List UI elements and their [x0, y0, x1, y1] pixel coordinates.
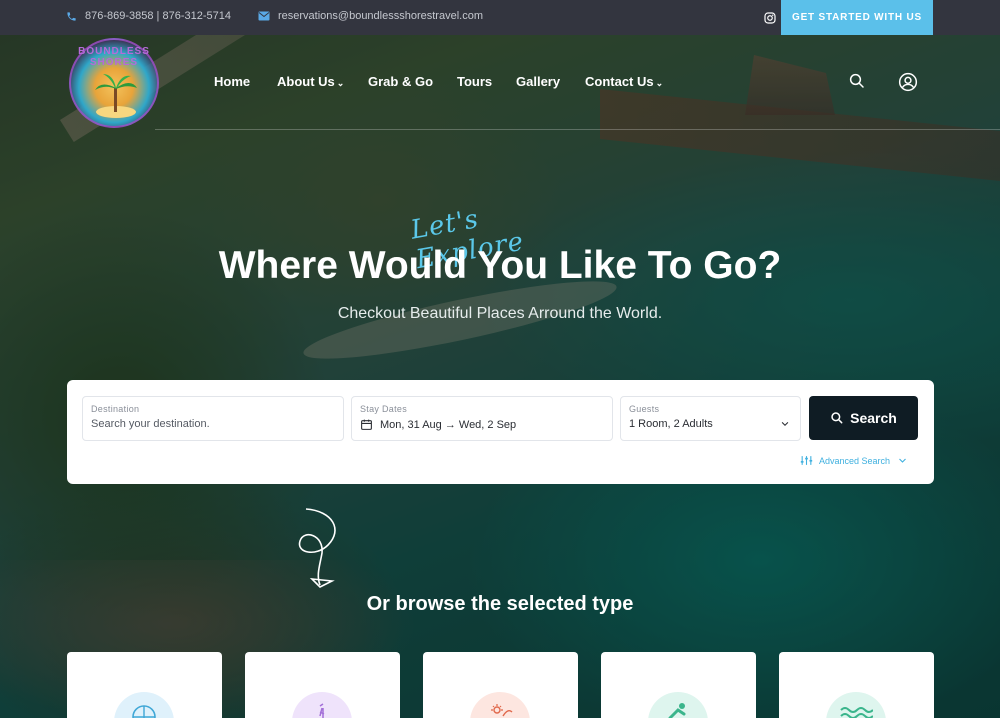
nav-tours-label: Tours	[457, 74, 493, 89]
stay-dates-label: Stay Dates	[360, 404, 408, 414]
chevron-down-icon	[898, 456, 907, 465]
type-card-3[interactable]	[423, 652, 578, 718]
browse-title: Or browse the selected type	[366, 593, 634, 615]
curly-arrow-icon	[298, 508, 336, 588]
phone-icon	[66, 11, 77, 22]
user-icon[interactable]	[898, 72, 918, 92]
nav-gallery[interactable]: Gallery	[516, 74, 560, 89]
search-icon[interactable]	[848, 72, 868, 92]
type-card-2[interactable]	[245, 652, 400, 718]
top-bar: 876-869-3858 | 876-312-5714 reservations…	[0, 0, 1000, 35]
destination-input[interactable]	[91, 418, 321, 430]
search-button[interactable]: Search	[809, 396, 918, 440]
stay-dates-field[interactable]: Stay Dates Mon, 31 Aug → Wed, 2 Sep	[351, 396, 613, 441]
calendar-icon	[360, 418, 373, 431]
nav-grab-label: Grab & Go	[368, 74, 434, 89]
nav-contact-us[interactable]: Contact Us ⌄	[585, 74, 663, 89]
hero-subline: Checkout Beautiful Places Arround the Wo…	[337, 305, 663, 322]
guests-label: Guests	[629, 404, 660, 414]
get-started-button[interactable]: GET STARTED WITH US	[781, 0, 933, 35]
instagram-icon[interactable]	[764, 11, 776, 24]
guests-value: 1 Room, 2 Adults	[629, 418, 713, 430]
type-card-1[interactable]	[67, 652, 222, 718]
advanced-search-label: Advanced Search	[819, 455, 891, 466]
nav-grab-go[interactable]: Grab & Go	[368, 74, 433, 89]
type-card-4[interactable]	[601, 652, 756, 718]
advanced-search-toggle[interactable]: Advanced Search	[800, 454, 907, 467]
chevron-down-icon	[780, 419, 790, 429]
chevron-down-icon: ⌄	[655, 78, 664, 88]
search-button-label: Search	[850, 410, 897, 426]
nav-home[interactable]: Home	[214, 74, 250, 89]
nav-about-label: About Us	[277, 74, 335, 89]
search-icon	[830, 411, 844, 425]
chevron-down-icon: ⌄	[336, 78, 345, 88]
type-card-5[interactable]	[779, 652, 934, 718]
email-address: reservations@boundlessshorestravel.com	[278, 10, 483, 22]
beach-icon	[470, 692, 530, 718]
nav-home-label: Home	[214, 74, 251, 89]
nav-tours[interactable]: Tours	[457, 74, 492, 89]
guests-field[interactable]: Guests 1 Room, 2 Adults	[620, 396, 801, 441]
globe-icon	[114, 692, 174, 718]
destination-label: Destination	[91, 404, 140, 414]
nav-gallery-label: Gallery	[516, 74, 561, 89]
stay-dates-value: Mon, 31 Aug → Wed, 2 Sep	[380, 418, 517, 431]
destination-field[interactable]: Destination	[82, 396, 344, 441]
mail-icon	[258, 11, 270, 21]
sliders-icon	[800, 454, 813, 467]
search-card: Destination Stay Dates Mon, 31 Aug → Wed…	[67, 380, 934, 484]
phone-contact[interactable]: 876-869-3858 | 876-312-5714	[66, 10, 231, 22]
hiker-icon	[292, 692, 352, 718]
nav-contact-label: Contact Us	[585, 74, 654, 89]
swimmer-icon	[648, 692, 708, 718]
nav-divider	[155, 129, 1000, 130]
waves-icon	[826, 692, 886, 718]
email-contact[interactable]: reservations@boundlessshorestravel.com	[258, 10, 483, 22]
phone-numbers: 876-869-3858 | 876-312-5714	[85, 10, 231, 22]
nav-about-us[interactable]: About Us ⌄	[277, 74, 344, 89]
logo-text: BOUNDLESS SHORES	[78, 46, 150, 68]
hero-headline: Where Would You Like To Go?	[218, 244, 782, 287]
